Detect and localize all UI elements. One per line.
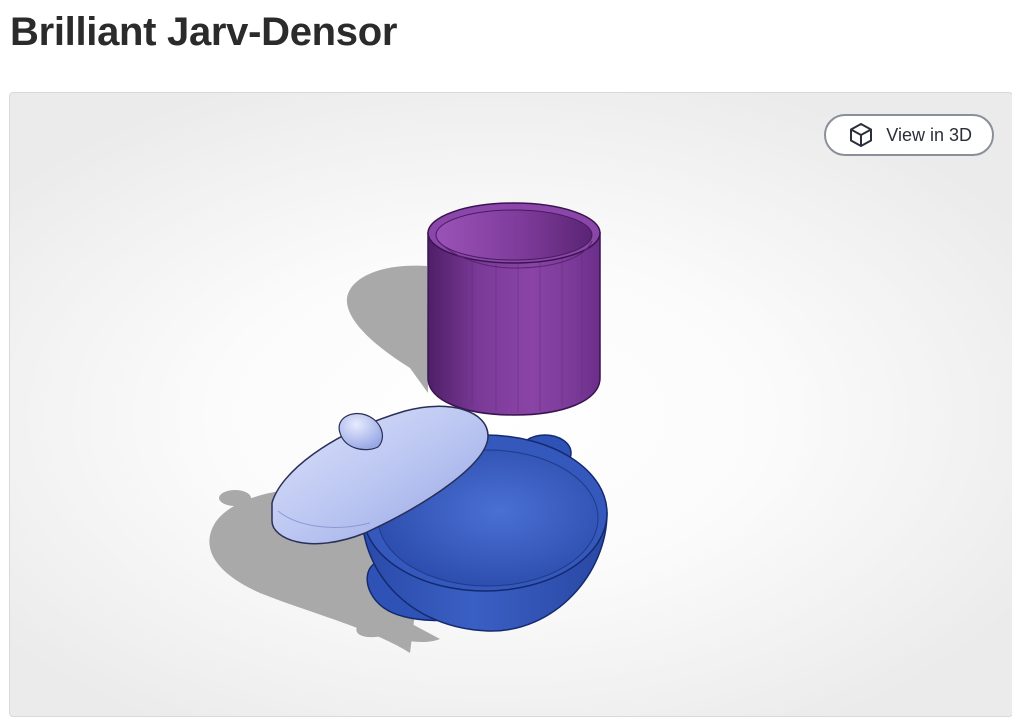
purple-cylinder	[427, 202, 601, 416]
page-title: Brilliant Jarv-Densor	[10, 10, 398, 54]
model-viewer[interactable]: View in 3D	[9, 92, 1012, 717]
view-in-3d-button[interactable]: View in 3D	[824, 114, 994, 156]
cube-icon	[848, 122, 874, 148]
view-in-3d-label: View in 3D	[886, 124, 972, 145]
model-render[interactable]	[10, 93, 1012, 716]
